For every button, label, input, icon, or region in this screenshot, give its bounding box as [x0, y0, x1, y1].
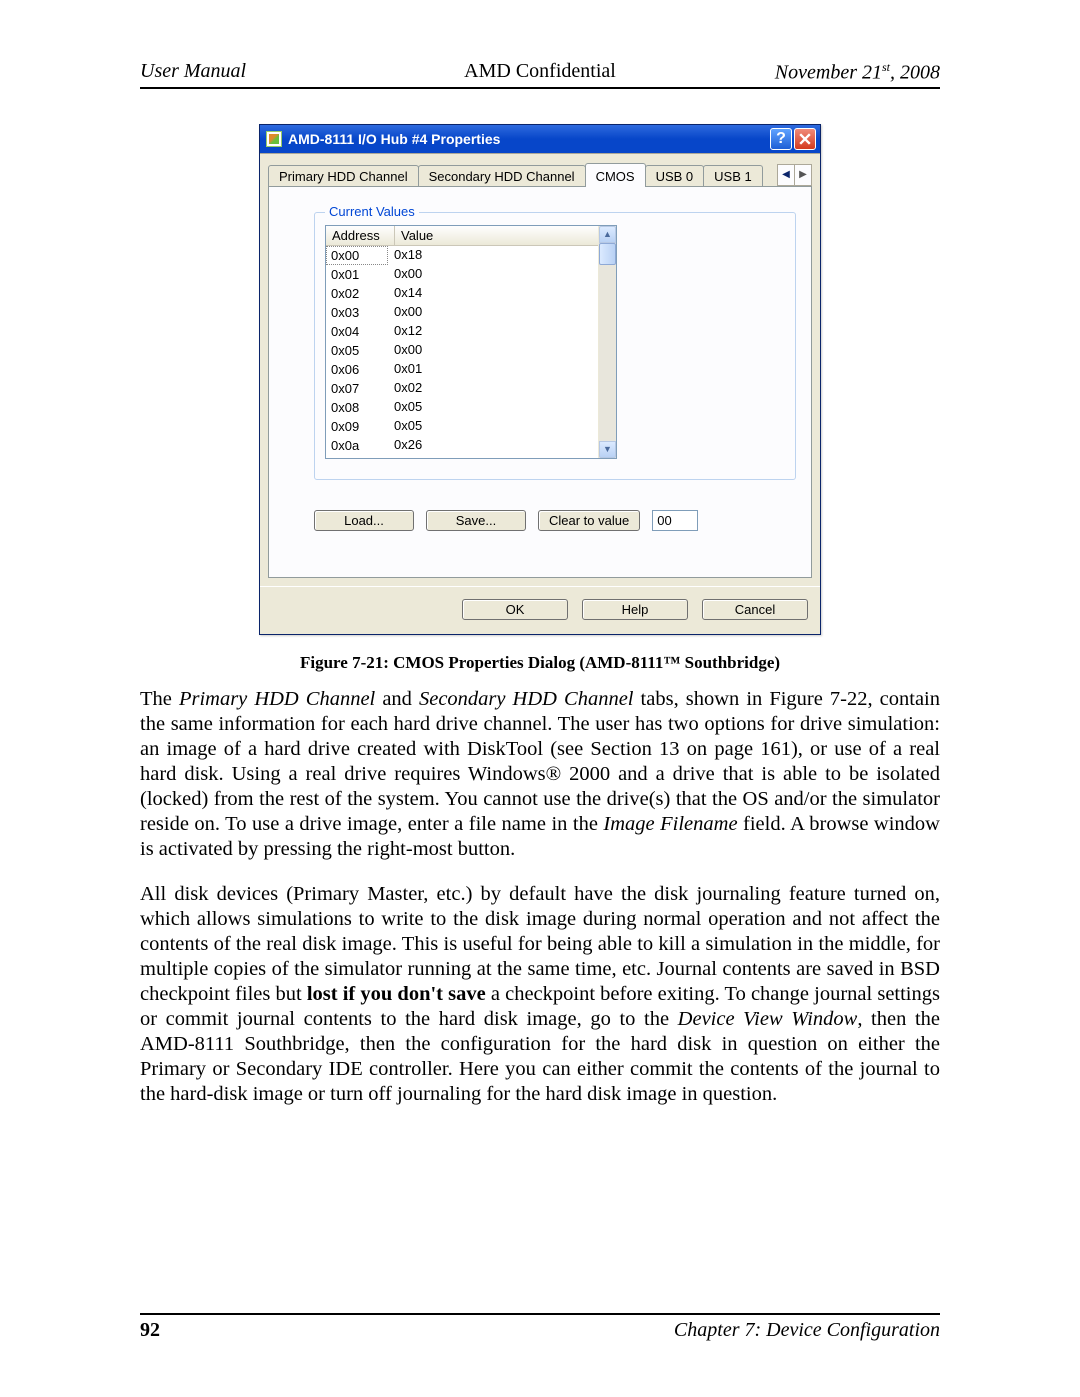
tab-usb1[interactable]: USB 1	[703, 165, 763, 187]
paragraph-2: All disk devices (Primary Master, etc.) …	[140, 882, 940, 1107]
table-row[interactable]: 0x060x01	[326, 360, 616, 379]
dialog-body: Primary HDD Channel Secondary HDD Channe…	[260, 153, 820, 634]
scrollbar[interactable]: ▲ ▼	[598, 226, 616, 458]
col-address[interactable]: Address	[326, 226, 395, 245]
close-icon[interactable]	[794, 128, 816, 150]
table-row[interactable]: 0x090x05	[326, 417, 616, 436]
scroll-up-icon[interactable]: ▲	[599, 226, 616, 243]
app-icon	[266, 131, 282, 147]
properties-dialog: AMD-8111 I/O Hub #4 Properties ? Primary…	[259, 124, 821, 635]
tab-primary-hdd[interactable]: Primary HDD Channel	[268, 165, 419, 187]
group-legend: Current Values	[325, 204, 419, 219]
tab-content: Current Values Address Value 0x000x18 0x…	[268, 186, 812, 578]
clear-value-input[interactable]	[652, 510, 698, 531]
values-listbox[interactable]: Address Value 0x000x18 0x010x00 0x020x14…	[325, 225, 617, 459]
chapter-label: Chapter 7: Device Configuration	[674, 1319, 940, 1342]
footer-line: 92 Chapter 7: Device Configuration	[140, 1313, 940, 1342]
paragraph-1: The Primary HDD Channel and Secondary HD…	[140, 687, 940, 862]
table-row[interactable]: 0x030x00	[326, 303, 616, 322]
tab-secondary-hdd[interactable]: Secondary HDD Channel	[418, 165, 586, 187]
dialog-title: AMD-8111 I/O Hub #4 Properties	[288, 131, 500, 147]
page-number: 92	[140, 1319, 160, 1342]
scroll-thumb[interactable]	[599, 243, 616, 265]
tab-usb0[interactable]: USB 0	[645, 165, 705, 187]
action-row: Load... Save... Clear to value	[314, 510, 791, 531]
tab-strip: Primary HDD Channel Secondary HDD Channe…	[260, 154, 820, 186]
scroll-down-icon[interactable]: ▼	[599, 441, 616, 458]
cancel-button[interactable]: Cancel	[702, 599, 808, 620]
help-button[interactable]: Help	[582, 599, 688, 620]
titlebar-left: AMD-8111 I/O Hub #4 Properties	[266, 131, 500, 147]
figure-caption: Figure 7-21: CMOS Properties Dialog (AMD…	[140, 653, 940, 673]
titlebar[interactable]: AMD-8111 I/O Hub #4 Properties ?	[260, 125, 820, 153]
tab-cmos[interactable]: CMOS	[585, 163, 646, 187]
col-value[interactable]: Value	[395, 226, 616, 245]
list-header: Address Value	[326, 226, 616, 246]
table-row[interactable]: 0x040x12	[326, 322, 616, 341]
table-row[interactable]: 0x050x00	[326, 341, 616, 360]
load-button[interactable]: Load...	[314, 510, 414, 531]
table-row[interactable]: 0x080x05	[326, 398, 616, 417]
help-icon[interactable]: ?	[770, 128, 792, 150]
table-row[interactable]: 0x000x18	[326, 246, 616, 265]
titlebar-buttons: ?	[770, 128, 816, 150]
document-page: AMD Confidential User Manual November 21…	[0, 0, 1080, 1397]
header-confidential: AMD Confidential	[0, 60, 1080, 83]
current-values-group: Current Values Address Value 0x000x18 0x…	[314, 212, 796, 480]
list-rows: 0x000x18 0x010x00 0x020x14 0x030x00 0x04…	[326, 246, 616, 451]
table-row[interactable]: 0x020x14	[326, 284, 616, 303]
clear-button[interactable]: Clear to value	[538, 510, 640, 531]
save-button[interactable]: Save...	[426, 510, 526, 531]
tab-nav: ◀ ▶	[778, 164, 812, 186]
table-row[interactable]: 0x070x02	[326, 379, 616, 398]
table-row[interactable]: 0x010x00	[326, 265, 616, 284]
figure-wrap: AMD-8111 I/O Hub #4 Properties ? Primary…	[140, 124, 940, 673]
tab-scroll-right-icon[interactable]: ▶	[794, 164, 812, 186]
dialog-footer: OK Help Cancel	[260, 586, 820, 634]
ok-button[interactable]: OK	[462, 599, 568, 620]
tab-scroll-left-icon[interactable]: ◀	[777, 164, 795, 186]
table-row[interactable]: 0x0a0x26	[326, 436, 616, 451]
